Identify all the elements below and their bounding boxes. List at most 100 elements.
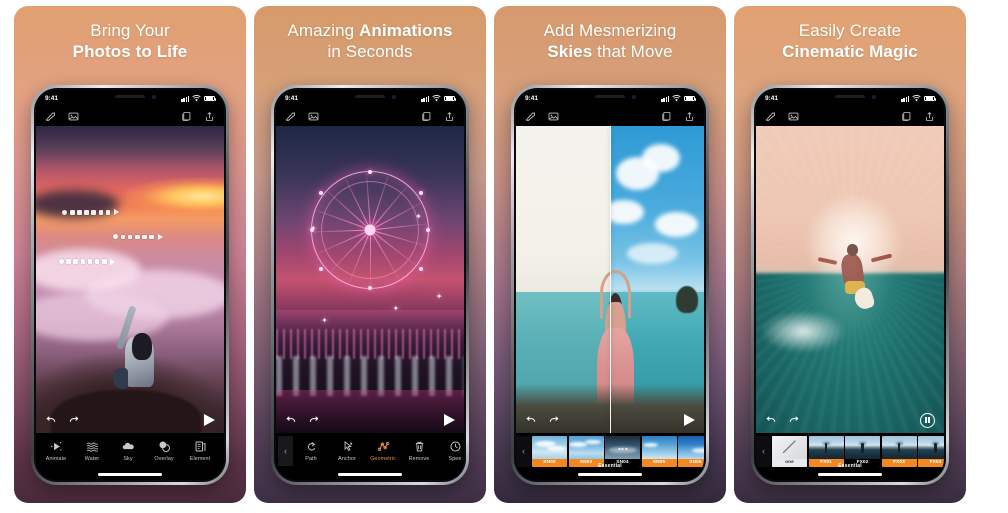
headline-line-1: Amazing Animations: [287, 21, 453, 40]
overlay-icon: [158, 440, 171, 453]
phone-screen-1: 9:41 Animate Water Sky Overlay Element: [36, 90, 224, 480]
phone-mockup-4: 9:41 ‹ one FX01 FX02 FX03 FX04 Essential: [751, 85, 949, 485]
tool-path[interactable]: Path: [293, 440, 329, 462]
comparison-slider[interactable]: [610, 126, 612, 433]
battery-icon: [444, 95, 456, 102]
redo-icon[interactable]: [548, 414, 560, 426]
headline-line-1: Bring Your: [90, 21, 170, 40]
magic-wand-icon[interactable]: [45, 111, 56, 122]
status-time: 9:41: [45, 95, 59, 102]
undo-icon[interactable]: [765, 414, 777, 426]
trash-icon: [413, 440, 426, 453]
home-indicator-4: [756, 469, 944, 480]
geometric-icon: [377, 440, 390, 453]
tool-water[interactable]: Water: [74, 440, 110, 462]
panel-headline-2: Amazing Animations in Seconds: [254, 6, 486, 63]
person-leg: [112, 367, 128, 389]
redo-icon[interactable]: [308, 414, 320, 426]
play-button[interactable]: [204, 414, 215, 426]
tool-element[interactable]: Element: [182, 440, 218, 462]
phone-bezel: 9:41: [514, 88, 706, 482]
sky-thumb[interactable]: SN03: [568, 435, 604, 467]
promo-panel-4: Easily Create Cinematic Magic 9:41 ‹ one…: [734, 6, 966, 503]
sky-thumb[interactable]: SN05: [641, 435, 677, 467]
photo-icon[interactable]: [68, 111, 79, 122]
share-icon[interactable]: [444, 111, 455, 122]
tool-anchor[interactable]: Anchor: [329, 440, 365, 462]
home-indicator-1: [36, 469, 224, 480]
animation-path-arrow[interactable]: [113, 233, 163, 240]
fx-thumb[interactable]: FX04: [918, 435, 944, 467]
sky-thumb[interactable]: SN02: [532, 435, 567, 467]
layers-icon[interactable]: [901, 111, 912, 122]
layers-icon[interactable]: [181, 111, 192, 122]
photo-canvas-3[interactable]: [516, 126, 704, 433]
headline-line-1: Add Mesmerizing: [543, 21, 677, 40]
back-button[interactable]: ‹: [516, 435, 531, 467]
fx-thumb-none[interactable]: one: [772, 435, 807, 467]
sparkle-marker: ✦: [415, 211, 422, 221]
play-button[interactable]: [444, 414, 455, 426]
category-label: Essential: [838, 463, 862, 469]
share-icon[interactable]: [684, 111, 695, 122]
wifi-icon: [672, 95, 681, 102]
photo-canvas-1[interactable]: [36, 126, 224, 433]
wifi-icon: [192, 95, 201, 102]
pause-button[interactable]: [920, 412, 935, 428]
fx-thumb[interactable]: FX03: [881, 435, 917, 467]
photo-icon[interactable]: [548, 111, 559, 122]
layers-icon[interactable]: [421, 111, 432, 122]
magic-wand-icon[interactable]: [525, 111, 536, 122]
photo-canvas-4[interactable]: [756, 126, 944, 433]
animation-path-arrow[interactable]: [58, 258, 116, 265]
back-button[interactable]: ‹: [278, 436, 293, 466]
back-button[interactable]: ‹: [756, 435, 771, 467]
undo-icon[interactable]: [525, 414, 537, 426]
tool-overlay[interactable]: Overlay: [146, 440, 182, 462]
photo-icon[interactable]: [308, 111, 319, 122]
magic-wand-icon[interactable]: [285, 111, 296, 122]
undo-icon[interactable]: [285, 414, 297, 426]
photo-canvas-2[interactable]: ✦ ✦ ✦ ✦ ✦: [276, 126, 464, 433]
play-button[interactable]: [684, 414, 695, 426]
redo-icon[interactable]: [68, 414, 80, 426]
redo-icon[interactable]: [788, 414, 800, 426]
ferris-wheel: [310, 170, 430, 291]
wifi-icon: [432, 95, 441, 102]
tool-camera[interactable]: Came: [218, 440, 222, 462]
magic-wand-icon[interactable]: [765, 111, 776, 122]
status-indicators: [421, 95, 456, 102]
tool-sky[interactable]: Sky: [110, 440, 146, 462]
layers-icon[interactable]: [661, 111, 672, 122]
photo-icon[interactable]: [788, 111, 799, 122]
fx-thumb-selected[interactable]: FX02: [845, 435, 880, 467]
animate-icon: [50, 440, 63, 453]
tool-geometric[interactable]: Geometric: [365, 440, 401, 462]
status-indicators: [901, 95, 936, 102]
undo-icon[interactable]: [45, 414, 57, 426]
status-time: 9:41: [765, 95, 779, 102]
sky-thumb[interactable]: SN06: [678, 435, 704, 467]
promo-panel-3: Add Mesmerizing Skies that Move 9:41 ‹ S…: [494, 6, 726, 503]
phone-mockup-3: 9:41 ‹ SN02 SN03 SN04 SN05 SN06 Essentia…: [511, 85, 709, 485]
fx-thumb[interactable]: FX01: [808, 435, 844, 467]
tool-strip-1: Animate Water Sky Overlay Element: [36, 433, 224, 469]
share-icon[interactable]: [204, 111, 215, 122]
person-figure: [112, 305, 157, 389]
tool-animate[interactable]: Animate: [38, 440, 74, 462]
path-icon: [305, 440, 318, 453]
status-bar-1: 9:41: [36, 90, 224, 107]
animation-path-arrow[interactable]: [62, 209, 120, 216]
tool-speed[interactable]: Spee: [437, 440, 462, 462]
cloud: [641, 144, 680, 173]
sky-preset-strip: ‹ SN02 SN03 SN04 SN05 SN06 Essential: [516, 433, 704, 469]
tool-remove[interactable]: Remove: [401, 440, 437, 462]
phone-screen-3: 9:41 ‹ SN02 SN03 SN04 SN05 SN06 Essentia…: [516, 90, 704, 480]
status-indicators: [181, 95, 216, 102]
sparkle-marker: ✦: [392, 304, 400, 314]
share-icon[interactable]: [924, 111, 935, 122]
battery-icon: [924, 95, 936, 102]
wifi-icon: [912, 95, 921, 102]
headline-line-2: Skies that Move: [547, 42, 673, 62]
sky-thumb-selected[interactable]: SN04: [605, 435, 640, 467]
